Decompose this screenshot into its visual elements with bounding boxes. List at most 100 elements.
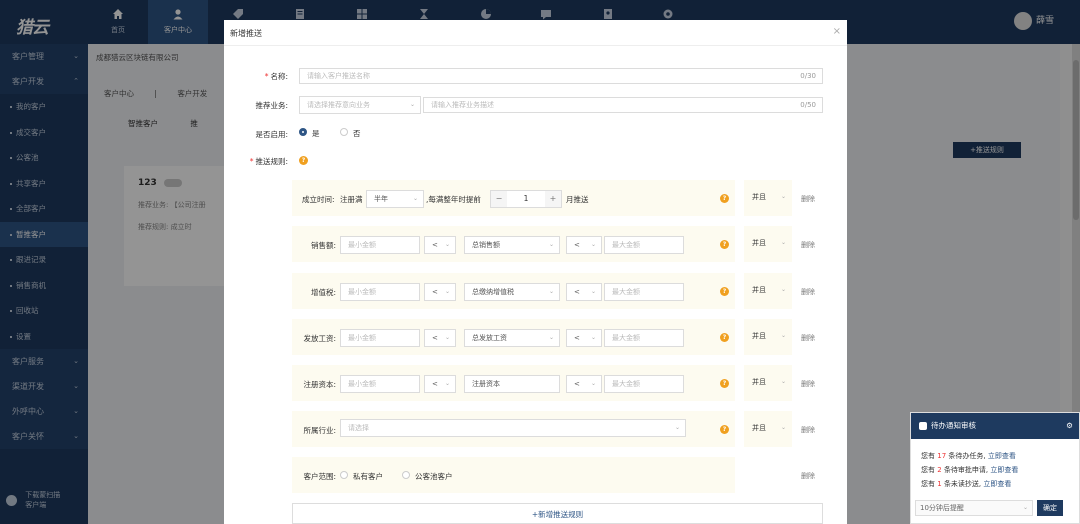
industry-select[interactable]: 请选择 ⌄ xyxy=(340,419,686,437)
add-push-rule-button[interactable]: +新增推送规则 xyxy=(292,503,823,524)
name-char-count: 0/30 xyxy=(800,72,816,80)
delete-rule-button[interactable]: 删除 xyxy=(801,287,815,297)
chevron-down-icon: ⌄ xyxy=(548,334,554,341)
field-select[interactable]: 总销售额 ⌄ xyxy=(464,236,560,254)
max-amount-input[interactable]: 最大金额 xyxy=(604,329,684,347)
min-amount-input[interactable]: 最小金额 xyxy=(340,329,420,347)
name-input[interactable]: 请输入客户推送名称 0/30 xyxy=(299,68,823,84)
operator-select[interactable]: < ⌄ xyxy=(566,329,602,347)
and-box: 并且 ⌄ xyxy=(744,365,792,401)
min-amount-input[interactable]: 最小金额 xyxy=(340,236,420,254)
delete-rule-button[interactable]: 删除 xyxy=(801,425,815,435)
rule-label: 增值税: xyxy=(310,288,336,297)
and-select[interactable]: 并且 ⌄ xyxy=(748,419,788,437)
public-pool-radio[interactable] xyxy=(402,471,410,479)
operator-select[interactable]: < ⌄ xyxy=(424,375,456,393)
plus-button[interactable]: + xyxy=(545,191,561,207)
rule-founding-time: 成立时间: 注册满 半年 ⌄ ,每满整年时提前 − 1 + 月推送 ? xyxy=(292,180,735,216)
chevron-down-icon: ⌄ xyxy=(444,334,450,341)
help-icon[interactable]: ? xyxy=(720,379,729,388)
help-icon[interactable]: ? xyxy=(299,156,308,165)
chevron-down-icon: ⌄ xyxy=(590,241,596,248)
chevron-down-icon: ⌄ xyxy=(590,380,596,387)
months-stepper[interactable]: − 1 + xyxy=(490,190,562,208)
and-select[interactable]: 并且 ⌄ xyxy=(748,373,788,391)
confirm-button[interactable]: 确定 xyxy=(1037,500,1063,516)
rule-suffix: 月推送 xyxy=(566,195,589,204)
chevron-down-icon: ⌄ xyxy=(548,288,554,295)
max-amount-input[interactable]: 最大金额 xyxy=(604,236,684,254)
field-select[interactable]: 总发放工资 ⌄ xyxy=(464,329,560,347)
enable-yes-label[interactable]: 是 xyxy=(312,128,320,139)
help-icon[interactable]: ? xyxy=(720,425,729,434)
delete-rule-button[interactable]: 删除 xyxy=(801,240,815,250)
view-now-link[interactable]: 立即查看 xyxy=(988,452,1016,460)
delete-rule-button[interactable]: 删除 xyxy=(801,471,815,481)
business-desc-count: 0/50 xyxy=(800,101,816,109)
chevron-down-icon: ⌄ xyxy=(780,332,786,339)
min-amount-input[interactable]: 最小金额 xyxy=(340,375,420,393)
dialog-title: 新增推送 xyxy=(230,29,262,38)
help-icon[interactable]: ? xyxy=(720,194,729,203)
max-amount-input[interactable]: 最大金额 xyxy=(604,375,684,393)
enable-no-label[interactable]: 否 xyxy=(353,128,361,139)
rule-prefix: 注册满 xyxy=(340,195,363,204)
operator-select[interactable]: < ⌄ xyxy=(566,375,602,393)
field-input[interactable]: 注册资本 xyxy=(464,375,560,393)
months-value[interactable]: 1 xyxy=(507,191,545,207)
new-push-dialog: 新增推送 × * 名称: 请输入客户推送名称 0/30 推荐业务: 请选择推荐意向… xyxy=(224,20,847,524)
bell-icon xyxy=(919,422,927,430)
and-select[interactable]: 并且 ⌄ xyxy=(748,327,788,345)
business-select[interactable]: 请选择推荐意向业务 ⌄ xyxy=(299,96,421,114)
notify-title: 待办通知审核 xyxy=(931,421,976,430)
enable-no-radio[interactable] xyxy=(340,128,348,136)
and-box: 并且 ⌄ xyxy=(744,226,792,262)
rule-label: 注册资本: xyxy=(303,380,336,389)
rule-middle: ,每满整年时提前 xyxy=(426,195,481,204)
rule-label: 所属行业: xyxy=(303,426,336,435)
private-customers-label[interactable]: 私有客户 xyxy=(353,471,383,482)
enable-yes-radio[interactable] xyxy=(299,128,307,136)
help-icon[interactable]: ? xyxy=(720,333,729,342)
rule-sales: 销售额: 最小金额 < ⌄ 总销售额 ⌄ < ⌄ 最大金额 ? xyxy=(292,226,735,262)
chevron-down-icon: ⌄ xyxy=(590,288,596,295)
business-desc-input[interactable]: 请输入推荐业务描述 0/50 xyxy=(423,97,823,113)
and-select[interactable]: 并且 ⌄ xyxy=(748,281,788,299)
operator-select[interactable]: < ⌄ xyxy=(566,283,602,301)
notify-line: 您有 1 条未读抄送, 立即查看 xyxy=(921,480,1012,488)
and-box: 并且 ⌄ xyxy=(744,180,792,216)
delete-rule-button[interactable]: 删除 xyxy=(801,333,815,343)
chevron-down-icon: ⌄ xyxy=(780,193,786,200)
delete-rule-button[interactable]: 删除 xyxy=(801,379,815,389)
operator-select[interactable]: < ⌄ xyxy=(424,236,456,254)
rule-label: 发放工资: xyxy=(303,334,336,343)
name-placeholder: 请输入客户推送名称 xyxy=(307,72,370,80)
name-label: * 名称: xyxy=(264,72,288,81)
private-customers-radio[interactable] xyxy=(340,471,348,479)
operator-select[interactable]: < ⌄ xyxy=(424,329,456,347)
notify-line: 您有 2 条待审批申请, 立即查看 xyxy=(921,466,1019,474)
operator-select[interactable]: < ⌄ xyxy=(424,283,456,301)
rule-vat: 增值税: 最小金额 < ⌄ 总缴纳增值税 ⌄ < ⌄ 最大金额 ? xyxy=(292,273,735,309)
operator-select[interactable]: < ⌄ xyxy=(566,236,602,254)
gear-icon[interactable]: ⚙ xyxy=(1066,413,1073,439)
chevron-down-icon: ⌄ xyxy=(409,101,415,108)
close-icon[interactable]: × xyxy=(833,26,841,37)
rule-customer-scope: 客户范围: 私有客户 公客池客户 xyxy=(292,457,735,493)
view-now-link[interactable]: 立即查看 xyxy=(990,466,1018,474)
max-amount-input[interactable]: 最大金额 xyxy=(604,283,684,301)
rule-registered-capital: 注册资本: 最小金额 < ⌄ 注册资本 < ⌄ 最大金额 ? xyxy=(292,365,735,401)
help-icon[interactable]: ? xyxy=(720,287,729,296)
rule-label: 成立时间: xyxy=(302,195,335,204)
period-select[interactable]: 半年 ⌄ xyxy=(366,190,424,208)
remind-later-select[interactable]: 10分钟后提醒 ⌄ xyxy=(915,500,1033,516)
delete-rule-button[interactable]: 删除 xyxy=(801,194,815,204)
field-select[interactable]: 总缴纳增值税 ⌄ xyxy=(464,283,560,301)
minus-button[interactable]: − xyxy=(491,191,507,207)
min-amount-input[interactable]: 最小金额 xyxy=(340,283,420,301)
public-pool-label[interactable]: 公客池客户 xyxy=(415,471,453,482)
view-now-link[interactable]: 立即查看 xyxy=(983,480,1011,488)
and-select[interactable]: 并且 ⌄ xyxy=(748,188,788,206)
and-select[interactable]: 并且 ⌄ xyxy=(748,234,788,252)
help-icon[interactable]: ? xyxy=(720,240,729,249)
